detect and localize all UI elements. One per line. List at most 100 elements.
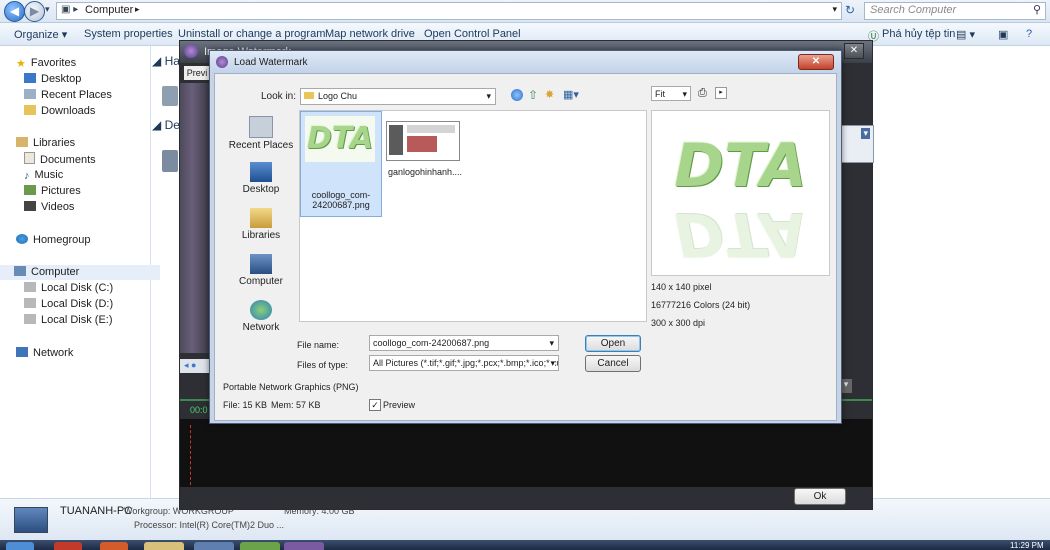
open-control-panel-button[interactable]: Open Control Panel — [424, 28, 521, 40]
uninstall-program-button[interactable]: Uninstall or change a program — [178, 28, 325, 40]
taskbar-app-media[interactable] — [194, 542, 234, 550]
nav-computer[interactable]: Computer — [0, 265, 160, 280]
start-button[interactable] — [6, 542, 34, 550]
network-icon — [16, 347, 28, 357]
nav-pictures[interactable]: Pictures — [24, 184, 81, 199]
nav-libraries[interactable]: Libraries — [16, 136, 75, 151]
address-text: Computer — [85, 4, 134, 16]
nav-desktop[interactable]: Desktop — [24, 72, 81, 87]
nav-disk-e[interactable]: Local Disk (E:) — [24, 313, 113, 328]
player-controls[interactable]: ◂ ● — [180, 359, 210, 373]
fit-select[interactable]: Fit ▾ — [651, 86, 691, 101]
taskbar-app-watermark[interactable] — [284, 542, 324, 550]
search-placeholder: Search Computer — [870, 4, 957, 16]
forward-button[interactable]: ▶ — [24, 1, 45, 22]
image-dimensions: 140 x 140 pixel — [651, 282, 712, 292]
computer-small-icon: ▣ ▸ — [61, 4, 79, 15]
nav-documents[interactable]: Documents — [24, 152, 96, 167]
file-list[interactable]: DTA coollogo_com-24200687.png ganlogohin… — [299, 110, 647, 322]
nav-disk-c[interactable]: Local Disk (C:) — [24, 281, 113, 296]
back-button[interactable]: ◀ — [4, 1, 25, 22]
dialog-content: Look in: Logo Chu ▾ ⇧ ✸ ▦▾ Recent Places… — [214, 73, 837, 421]
pictures-icon — [24, 185, 36, 195]
nav-network[interactable]: Network — [16, 346, 73, 361]
desktop-icon — [250, 162, 272, 182]
file-name-field-label: File name: — [297, 340, 340, 350]
search-icon[interactable]: ⚲ — [1033, 3, 1041, 16]
taskbar-app-opera[interactable] — [54, 542, 82, 550]
place-libraries[interactable]: Libraries — [225, 208, 297, 241]
breadcrumb-arrow-icon[interactable]: ▸ — [135, 4, 140, 15]
new-folder-icon[interactable]: ✸ — [545, 88, 554, 101]
disk-icon — [24, 282, 36, 292]
file-name-input[interactable]: coollogo_com-24200687.png ▾ — [369, 335, 559, 351]
file-item[interactable]: ganlogohinhanh.... — [386, 111, 462, 215]
taskbar-app-green[interactable] — [240, 542, 280, 550]
dialog-title: Load Watermark — [234, 57, 308, 68]
place-desktop[interactable]: Desktop — [225, 162, 297, 195]
look-in-dropdown-icon[interactable]: ▾ — [486, 89, 491, 104]
nav-favorites[interactable]: ★ Favorites — [16, 56, 76, 71]
shred-files-button[interactable]: Phá hủy tệp tin — [882, 28, 955, 40]
navigation-pane: ★ Favorites Desktop Recent Places Downloa… — [0, 46, 160, 498]
nav-disk-d[interactable]: Local Disk (D:) — [24, 297, 113, 312]
address-dropdown-icon[interactable]: ▾ — [832, 4, 837, 15]
libraries-icon — [250, 208, 272, 228]
explorer-content-area — [873, 100, 1050, 132]
look-in-select[interactable]: Logo Chu ▾ — [300, 88, 496, 105]
drive-icon — [162, 86, 178, 106]
taskbar-app-firefox[interactable] — [100, 542, 128, 550]
preview-checkbox[interactable]: ✓ — [369, 399, 381, 411]
file-name-label: coollogo_com-24200687.png — [311, 190, 371, 210]
view-options-icon[interactable]: ▤ ▾ — [956, 28, 975, 41]
file-size-text: File: 15 KB — [223, 400, 268, 410]
disk-icon — [24, 314, 36, 324]
map-network-drive-button[interactable]: Map network drive — [325, 28, 415, 40]
help-icon[interactable]: ? — [1026, 28, 1032, 40]
clock: 11:29 PM — [1010, 541, 1044, 550]
downloads-icon — [24, 105, 36, 115]
cancel-button[interactable]: Cancel — [585, 355, 641, 372]
nav-videos[interactable]: Videos — [24, 200, 74, 215]
watermark-ok-button[interactable]: Ok — [794, 488, 846, 505]
zoom-icon[interactable]: ⎙ — [698, 87, 707, 100]
file-item-selected[interactable]: DTA coollogo_com-24200687.png — [300, 111, 382, 217]
timeline-time: 00:0 — [190, 405, 208, 415]
watermark-close-button[interactable]: ✕ — [844, 43, 864, 59]
back-folder-icon[interactable] — [511, 89, 523, 101]
preview-tab[interactable]: Previ — [184, 66, 210, 80]
music-icon: ♪ — [24, 170, 30, 182]
address-field[interactable]: ▣ ▸ Computer ▸ ▾ — [56, 2, 842, 20]
image-preview: DTA DTA — [651, 110, 830, 276]
organize-button[interactable]: Organize ▾ — [14, 28, 67, 41]
folder-icon — [304, 92, 314, 99]
timeline-track[interactable] — [180, 419, 872, 487]
open-button[interactable]: Open — [585, 335, 641, 352]
view-menu-icon[interactable]: ▦▾ — [563, 88, 579, 101]
nav-music[interactable]: ♪ Music — [24, 168, 63, 183]
search-input[interactable]: Search Computer ⚲ — [864, 2, 1046, 20]
file-type-field-label: Files of type: — [297, 360, 349, 370]
place-network[interactable]: Network — [225, 300, 297, 333]
dialog-close-button[interactable]: ✕ — [798, 54, 834, 70]
nav-recent-places[interactable]: Recent Places — [24, 88, 112, 103]
file-name-label: ganlogohinhanh.... — [387, 167, 463, 177]
file-type-select[interactable]: All Pictures (*.tif;*.gif;*.jpg;*.pcx;*.… — [369, 355, 559, 371]
refresh-icon[interactable]: ↻ — [845, 3, 859, 17]
place-computer[interactable]: Computer — [225, 254, 297, 287]
system-properties-button[interactable]: System properties — [84, 28, 173, 40]
image-colors: 16777216 Colors (24 bit) — [651, 300, 751, 310]
taskbar-app-explorer[interactable] — [144, 542, 184, 550]
preview-pane-icon[interactable]: ▣ — [998, 28, 1008, 41]
up-folder-icon[interactable]: ⇧ — [528, 88, 538, 102]
side-panel-dropdown[interactable]: ▾ — [838, 125, 874, 163]
section-header-devices[interactable]: ◢ De — [152, 118, 180, 132]
file-thumbnail-screenshot — [386, 121, 460, 161]
place-recent[interactable]: Recent Places — [225, 116, 297, 151]
play-preview-icon[interactable]: ▸ — [715, 87, 727, 99]
nav-downloads[interactable]: Downloads — [24, 104, 95, 119]
nav-homegroup[interactable]: Homegroup — [16, 233, 90, 248]
section-header-hard-disks[interactable]: ◢ Ha — [152, 54, 180, 68]
timeline-playhead[interactable] — [190, 425, 197, 485]
history-dropdown-icon[interactable]: ▾ — [45, 4, 50, 15]
